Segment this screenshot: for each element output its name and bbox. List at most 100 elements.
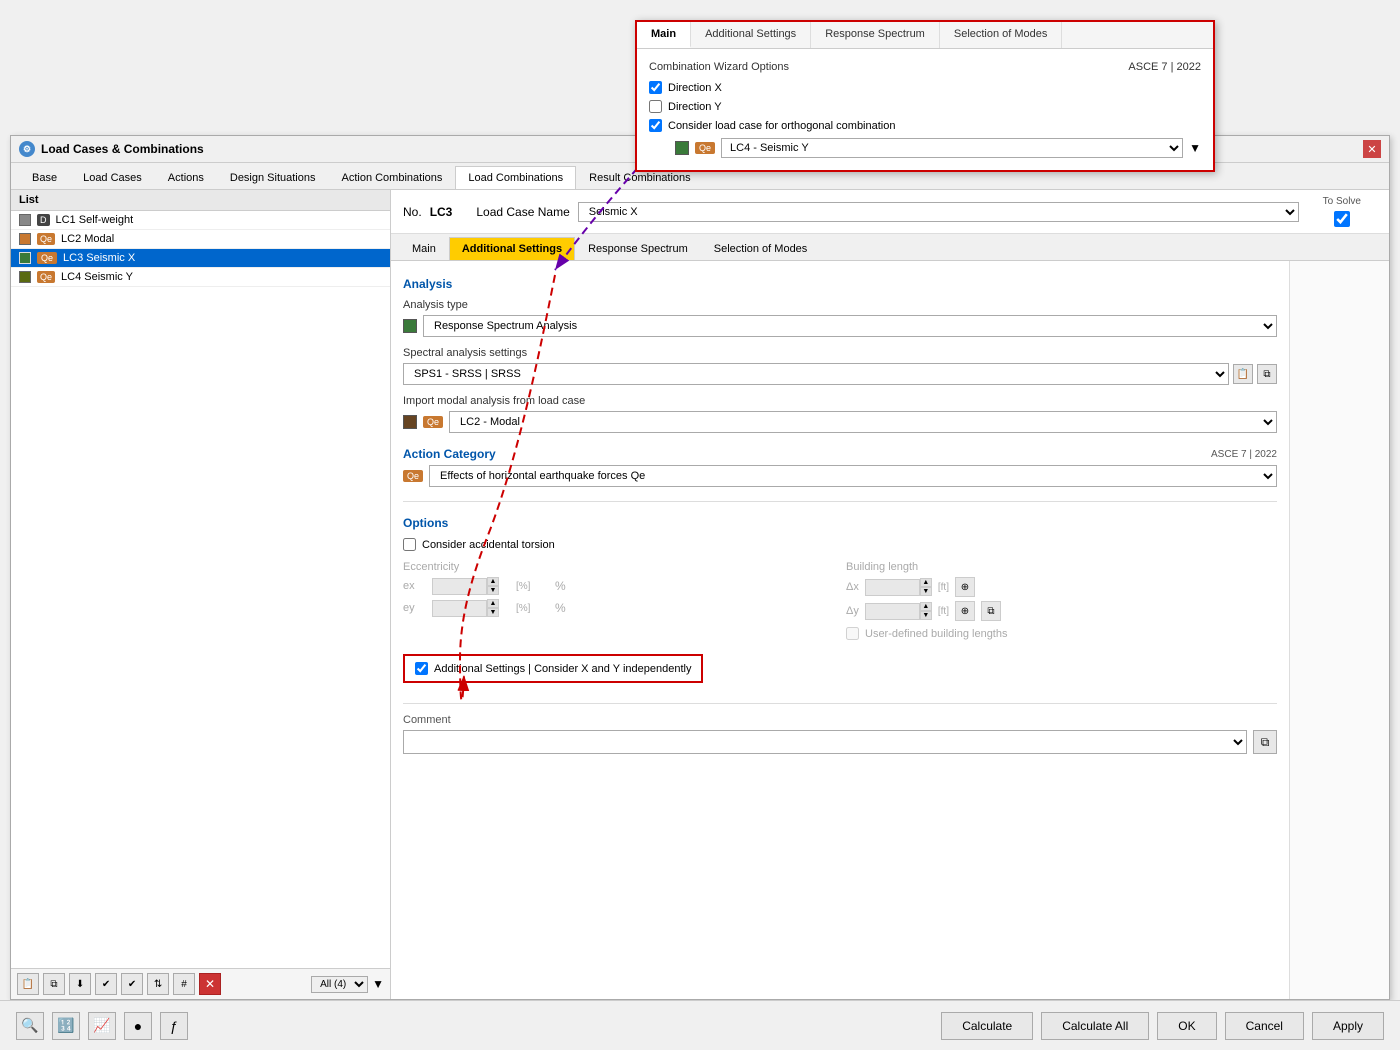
sort-button[interactable]: ⇅: [147, 973, 169, 995]
additional-settings-checkbox[interactable]: [415, 662, 428, 675]
bottom-bar: 🔍 🔢 📈 ● ƒ Calculate Calculate All OK Can…: [0, 1000, 1400, 1050]
import-button[interactable]: ⬇: [69, 973, 91, 995]
item-badge-qe: Qe: [37, 233, 55, 245]
item-badge-qe: Qe: [37, 252, 57, 264]
lc4-row: Qe LC4 - Seismic Y ▼: [649, 138, 1201, 158]
tab-load-cases[interactable]: Load Cases: [70, 166, 155, 189]
dy-up: ▲: [920, 602, 932, 611]
ex-pct-unit: [%]: [516, 581, 551, 592]
spectral-edit-btn[interactable]: 📋: [1233, 364, 1253, 384]
import-badge: Qe: [423, 416, 443, 428]
analysis-type-select[interactable]: Response Spectrum Analysis: [423, 315, 1277, 337]
eccentricity-label: Eccentricity: [403, 561, 834, 573]
floating-panel-content: Combination Wizard Options ASCE 7 | 2022…: [637, 49, 1213, 170]
import-label: Import modal analysis from load case: [403, 395, 1277, 407]
dx-label: Δx: [846, 581, 859, 593]
highlight-checkbox-box: Additional Settings | Consider X and Y i…: [403, 654, 703, 683]
dialog-body: List D LC1 Self-weight Qe LC2 Modal: [11, 190, 1389, 999]
detail-tab-response[interactable]: Response Spectrum: [575, 237, 701, 260]
dx-btn1[interactable]: ⊕: [955, 577, 975, 597]
spectral-copy-btn[interactable]: ⧉: [1257, 364, 1277, 384]
number-button[interactable]: #: [173, 973, 195, 995]
new-item-button[interactable]: 📋: [17, 973, 39, 995]
ex-spinners: ▲ ▼: [487, 577, 499, 595]
list-item[interactable]: D LC1 Self-weight: [11, 211, 390, 230]
check1-button[interactable]: ✔: [95, 973, 117, 995]
calculate-button[interactable]: Calculate: [941, 1012, 1033, 1040]
tab-action-combinations[interactable]: Action Combinations: [328, 166, 455, 189]
tab-base[interactable]: Base: [19, 166, 70, 189]
dialog-title: ⚙ Load Cases & Combinations: [19, 141, 204, 157]
tab-actions[interactable]: Actions: [155, 166, 217, 189]
spectral-select[interactable]: SPS1 - SRSS | SRSS: [403, 363, 1229, 385]
tab-load-combinations[interactable]: Load Combinations: [455, 166, 576, 189]
calc-icon-btn[interactable]: 🔢: [52, 1012, 80, 1040]
dy-btn1[interactable]: ⊕: [955, 601, 975, 621]
app-icon: ⚙: [19, 141, 35, 157]
analysis-section: Analysis Analysis type Response Spectrum…: [403, 277, 1277, 433]
check2-button[interactable]: ✔: [121, 973, 143, 995]
detail-tab-main[interactable]: Main: [399, 237, 449, 260]
dropdown-arrow: ▼: [372, 977, 384, 991]
detail-tab-additional[interactable]: Additional Settings: [449, 237, 575, 260]
to-solve-checkbox[interactable]: [1334, 211, 1350, 227]
detail-tab-modes[interactable]: Selection of Modes: [701, 237, 821, 260]
func-icon-btn[interactable]: ƒ: [160, 1012, 188, 1040]
ey-input-group: ▲ ▼: [432, 599, 512, 617]
comment-row: ⧉: [403, 730, 1277, 754]
ex-input: [432, 578, 487, 595]
user-defined-label: User-defined building lengths: [865, 628, 1007, 640]
floating-panel: Main Additional Settings Response Spectr…: [635, 20, 1215, 172]
floating-tab-modes[interactable]: Selection of Modes: [940, 22, 1063, 48]
comment-select[interactable]: [403, 730, 1247, 754]
direction-x-checkbox[interactable]: [649, 81, 662, 94]
analysis-type-row: Response Spectrum Analysis: [403, 315, 1277, 337]
detail-main: Analysis Analysis type Response Spectrum…: [391, 261, 1389, 999]
comment-copy-btn[interactable]: ⧉: [1253, 730, 1277, 754]
list-item[interactable]: Qe LC4 Seismic Y: [11, 268, 390, 287]
import-color: [403, 415, 417, 429]
search-icon-btn[interactable]: 🔍: [16, 1012, 44, 1040]
analysis-title: Analysis: [403, 277, 1277, 291]
item-color: [19, 233, 31, 245]
dx-down: ▼: [920, 587, 932, 596]
list-item-selected[interactable]: Qe LC3 Seismic X: [11, 249, 390, 268]
user-defined-row: User-defined building lengths: [846, 627, 1277, 640]
floating-tab-response[interactable]: Response Spectrum: [811, 22, 940, 48]
apply-button[interactable]: Apply: [1312, 1012, 1384, 1040]
dy-btn2[interactable]: ⧉: [981, 601, 1001, 621]
floating-tab-main[interactable]: Main: [637, 22, 691, 48]
dot-icon-btn[interactable]: ●: [124, 1012, 152, 1040]
dx-input-group: ▲ ▼: [865, 578, 932, 596]
action-category-select[interactable]: Effects of horizontal earthquake forces …: [429, 465, 1277, 487]
tab-design-situations[interactable]: Design Situations: [217, 166, 329, 189]
list-toolbar: 📋 ⧉ ⬇ ✔ ✔ ⇅ # ✕ All (4) ▼: [11, 968, 390, 999]
consider-orthogonal-row: Consider load case for orthogonal combin…: [649, 119, 1201, 132]
import-row: Qe LC2 - Modal: [403, 411, 1277, 433]
list-dropdown: All (4) ▼: [311, 976, 384, 993]
list-filter-select[interactable]: All (4): [311, 976, 368, 993]
torsion-checkbox[interactable]: [403, 538, 416, 551]
import-select[interactable]: LC2 - Modal: [449, 411, 1277, 433]
graph-icon-btn[interactable]: 📈: [88, 1012, 116, 1040]
list-item[interactable]: Qe LC2 Modal: [11, 230, 390, 249]
spectral-label: Spectral analysis settings: [403, 347, 1277, 359]
calculate-all-button[interactable]: Calculate All: [1041, 1012, 1149, 1040]
direction-x-row: Direction X: [649, 81, 1201, 94]
lc-name-select[interactable]: Seismic X: [578, 202, 1299, 222]
item-name: LC3 Seismic X: [63, 252, 135, 264]
duplicate-button[interactable]: ⧉: [43, 973, 65, 995]
close-button[interactable]: ✕: [1363, 140, 1381, 158]
direction-y-checkbox[interactable]: [649, 100, 662, 113]
delete-button[interactable]: ✕: [199, 973, 221, 995]
floating-tab-additional[interactable]: Additional Settings: [691, 22, 811, 48]
list-items: D LC1 Self-weight Qe LC2 Modal Qe LC3 Se…: [11, 211, 390, 968]
eccentricity-building-section: Eccentricity ex ▲ ▼: [403, 561, 1277, 640]
action-category-section: Action Category ASCE 7 | 2022 Qe Effects…: [403, 447, 1277, 487]
lc4-select[interactable]: LC4 - Seismic Y: [721, 138, 1183, 158]
consider-orthogonal-checkbox[interactable]: [649, 119, 662, 132]
cancel-button[interactable]: Cancel: [1225, 1012, 1304, 1040]
ok-button[interactable]: OK: [1157, 1012, 1216, 1040]
dx-spinners: ▲ ▼: [920, 578, 932, 596]
detail-tabs: Main Additional Settings Response Spectr…: [391, 234, 1389, 261]
